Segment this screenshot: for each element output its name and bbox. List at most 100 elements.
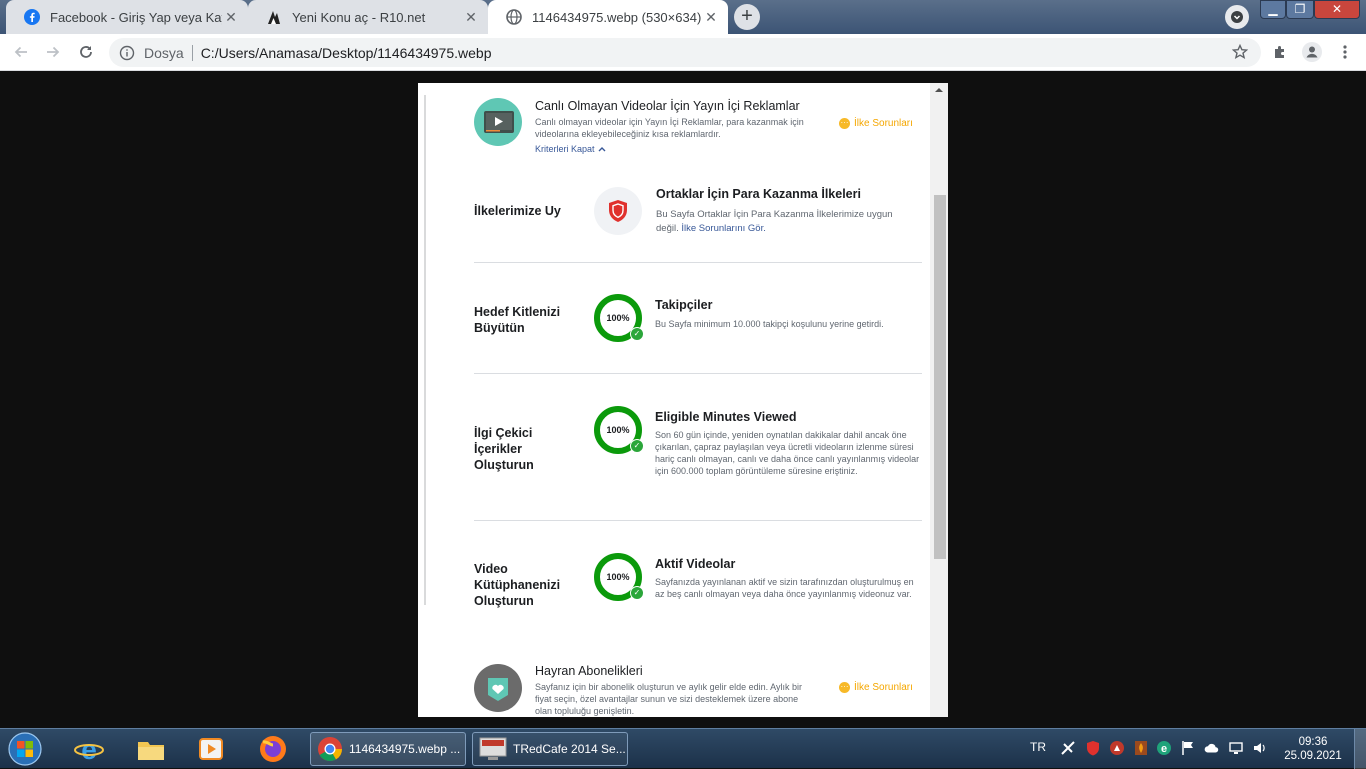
address-bar[interactable]: Dosya C:/Users/Anamasa/Desktop/114643497… (109, 38, 1261, 67)
minimize-button[interactable]: ▁ (1260, 0, 1286, 19)
criterion-title: Aktif Videolar (655, 557, 736, 571)
section-title: Canlı Olmayan Videolar İçin Yayın İçi Re… (535, 99, 800, 113)
file-explorer-icon[interactable] (129, 733, 173, 765)
window-close-button[interactable]: ✕ (1314, 0, 1360, 19)
profile-button[interactable] (1300, 40, 1324, 64)
show-desktop-button[interactable] (1354, 729, 1366, 769)
criterion-description: Sayfanızda yayınlanan aktif ve sizin tar… (655, 577, 914, 599)
heart-badge-icon (474, 664, 522, 712)
divider (474, 373, 922, 374)
r10-icon (266, 9, 282, 25)
criterion-title: Ortaklar İçin Para Kazanma İlkeleri (656, 187, 861, 201)
info-icon[interactable] (119, 45, 135, 61)
url-text[interactable]: C:/Users/Anamasa/Desktop/1146434975.webp (201, 45, 492, 61)
globe-icon (506, 9, 522, 25)
divider (424, 95, 426, 605)
status-text: İlke Sorunları (854, 118, 913, 129)
bookmark-star-button[interactable] (1228, 40, 1252, 64)
close-icon[interactable]: ✕ (462, 9, 480, 26)
criterion-label: Video Kütüphanenizi Oluşturun (474, 562, 561, 608)
cloud-icon[interactable] (1204, 740, 1220, 756)
criterion-title: Takipçiler (655, 298, 713, 312)
chevron-up-icon (598, 147, 606, 152)
app-label: TRedCafe 2014 Se... (513, 742, 626, 756)
chrome-icon (318, 737, 342, 762)
divider (191, 44, 193, 61)
close-icon[interactable]: ✕ (702, 9, 720, 26)
scheme-label: Dosya (144, 44, 184, 61)
criteria-toggle[interactable]: Kriterleri Kapat (535, 144, 607, 154)
start-button[interactable] (3, 732, 47, 766)
tab-r10[interactable]: Yeni Konu aç - R10.net ✕ (248, 0, 488, 34)
media-player-icon[interactable] (189, 733, 233, 765)
video-icon (474, 98, 522, 146)
svg-text:e: e (81, 734, 97, 764)
scrollbar[interactable] (930, 83, 948, 717)
back-button[interactable] (9, 40, 33, 64)
svg-text:e: e (1161, 743, 1167, 755)
star-icon (1232, 44, 1248, 60)
taskbar-app-chrome[interactable]: 1146434975.webp ... (310, 732, 466, 766)
status-badge: ··· İlke Sorunları (839, 118, 913, 129)
close-icon[interactable]: ✕ (222, 9, 240, 26)
scroll-up-icon[interactable] (930, 83, 948, 97)
criterion-label: Hedef Kitlenizi Büyütün (474, 305, 561, 335)
new-tab-button[interactable]: + (734, 4, 760, 30)
section-title: Hayran Abonelikleri (535, 664, 643, 678)
firefox-icon[interactable] (251, 733, 295, 765)
tab-strip: Facebook - Giriş Yap veya Kaydol ✕ Yeni … (0, 0, 1366, 34)
taskbar: e 1146434975.webp ... TRedCafe 2014 Se..… (0, 728, 1366, 769)
criteria-link[interactable]: Kriterleri Kapat (535, 144, 595, 154)
tredcafe-icon (479, 737, 507, 760)
tab-title: 1146434975.webp (530×634) (532, 9, 702, 25)
menu-button[interactable] (1333, 40, 1357, 64)
taskbar-app-tredcafe[interactable]: TRedCafe 2014 Se... (472, 732, 628, 766)
criterion-description: Son 60 gün içinde, yeniden oynatılan dak… (655, 430, 920, 476)
browser-toolbar: Dosya C:/Users/Anamasa/Desktop/114643497… (0, 34, 1366, 71)
browser-tray-icon[interactable]: e (1156, 740, 1172, 756)
reload-icon (80, 46, 92, 58)
flag-icon[interactable] (1180, 740, 1196, 756)
warning-icon: ··· (839, 682, 850, 693)
criterion-label: İlkelerimize Uy (474, 204, 561, 218)
facebook-icon (24, 9, 40, 25)
arrow-left-icon (14, 46, 27, 58)
criterion-description: Bu Sayfa minimum 10.000 takipçi koşulunu… (655, 319, 884, 329)
network-icon[interactable] (1228, 740, 1244, 756)
section-description: Sayfanız için bir abonelik oluşturun ve … (535, 682, 802, 716)
clock-date: 25.09.2021 (1284, 750, 1342, 762)
criterion-description: Bu Sayfa Ortaklar İçin Para Kazanma İlke… (656, 208, 906, 236)
tab-search-button[interactable] (1225, 5, 1249, 29)
tab-facebook[interactable]: Facebook - Giriş Yap veya Kaydol ✕ (6, 0, 248, 34)
policy-issues-link[interactable]: İlke Sorunlarını Gör. (681, 223, 765, 234)
internet-explorer-icon[interactable]: e (67, 733, 111, 765)
tab-webp-image[interactable]: 1146434975.webp (530×634) ✕ (488, 0, 728, 34)
reload-button[interactable] (74, 40, 98, 64)
clock-time: 09:36 (1298, 736, 1328, 748)
criterion-label: İlgi Çekici İçerikler Oluşturun (474, 426, 534, 472)
forward-button[interactable] (41, 40, 65, 64)
clock[interactable]: 09:36 25.09.2021 (1284, 735, 1342, 763)
check-icon: ✓ (630, 327, 644, 341)
app-tray-icon[interactable] (1109, 740, 1125, 756)
image-viewer: Canlı Olmayan Videolar İçin Yayın İçi Re… (418, 83, 948, 717)
extensions-button[interactable] (1268, 40, 1292, 64)
chevron-down-icon (1231, 11, 1243, 23)
fire-tray-icon[interactable] (1133, 740, 1149, 756)
criterion-title: Eligible Minutes Viewed (655, 410, 797, 424)
status-text: İlke Sorunları (854, 682, 913, 693)
check-icon: ✓ (630, 439, 644, 453)
section-description: Canlı olmayan videolar için Yayın İçi Re… (535, 117, 804, 139)
windows-logo-icon (8, 732, 42, 766)
status-badge: ··· İlke Sorunları (839, 682, 913, 693)
divider (474, 520, 922, 521)
network-tools-icon[interactable] (1060, 740, 1076, 756)
maximize-button[interactable]: ❐ (1286, 0, 1314, 19)
language-indicator[interactable]: TR (1030, 740, 1046, 754)
volume-icon[interactable] (1252, 740, 1268, 756)
shield-tray-icon[interactable] (1085, 740, 1101, 756)
scrollbar-thumb[interactable] (934, 195, 946, 559)
tab-title: Yeni Konu aç - R10.net (292, 9, 426, 25)
tab-title: Facebook - Giriş Yap veya Kaydol (50, 9, 222, 25)
check-icon: ✓ (630, 586, 644, 600)
